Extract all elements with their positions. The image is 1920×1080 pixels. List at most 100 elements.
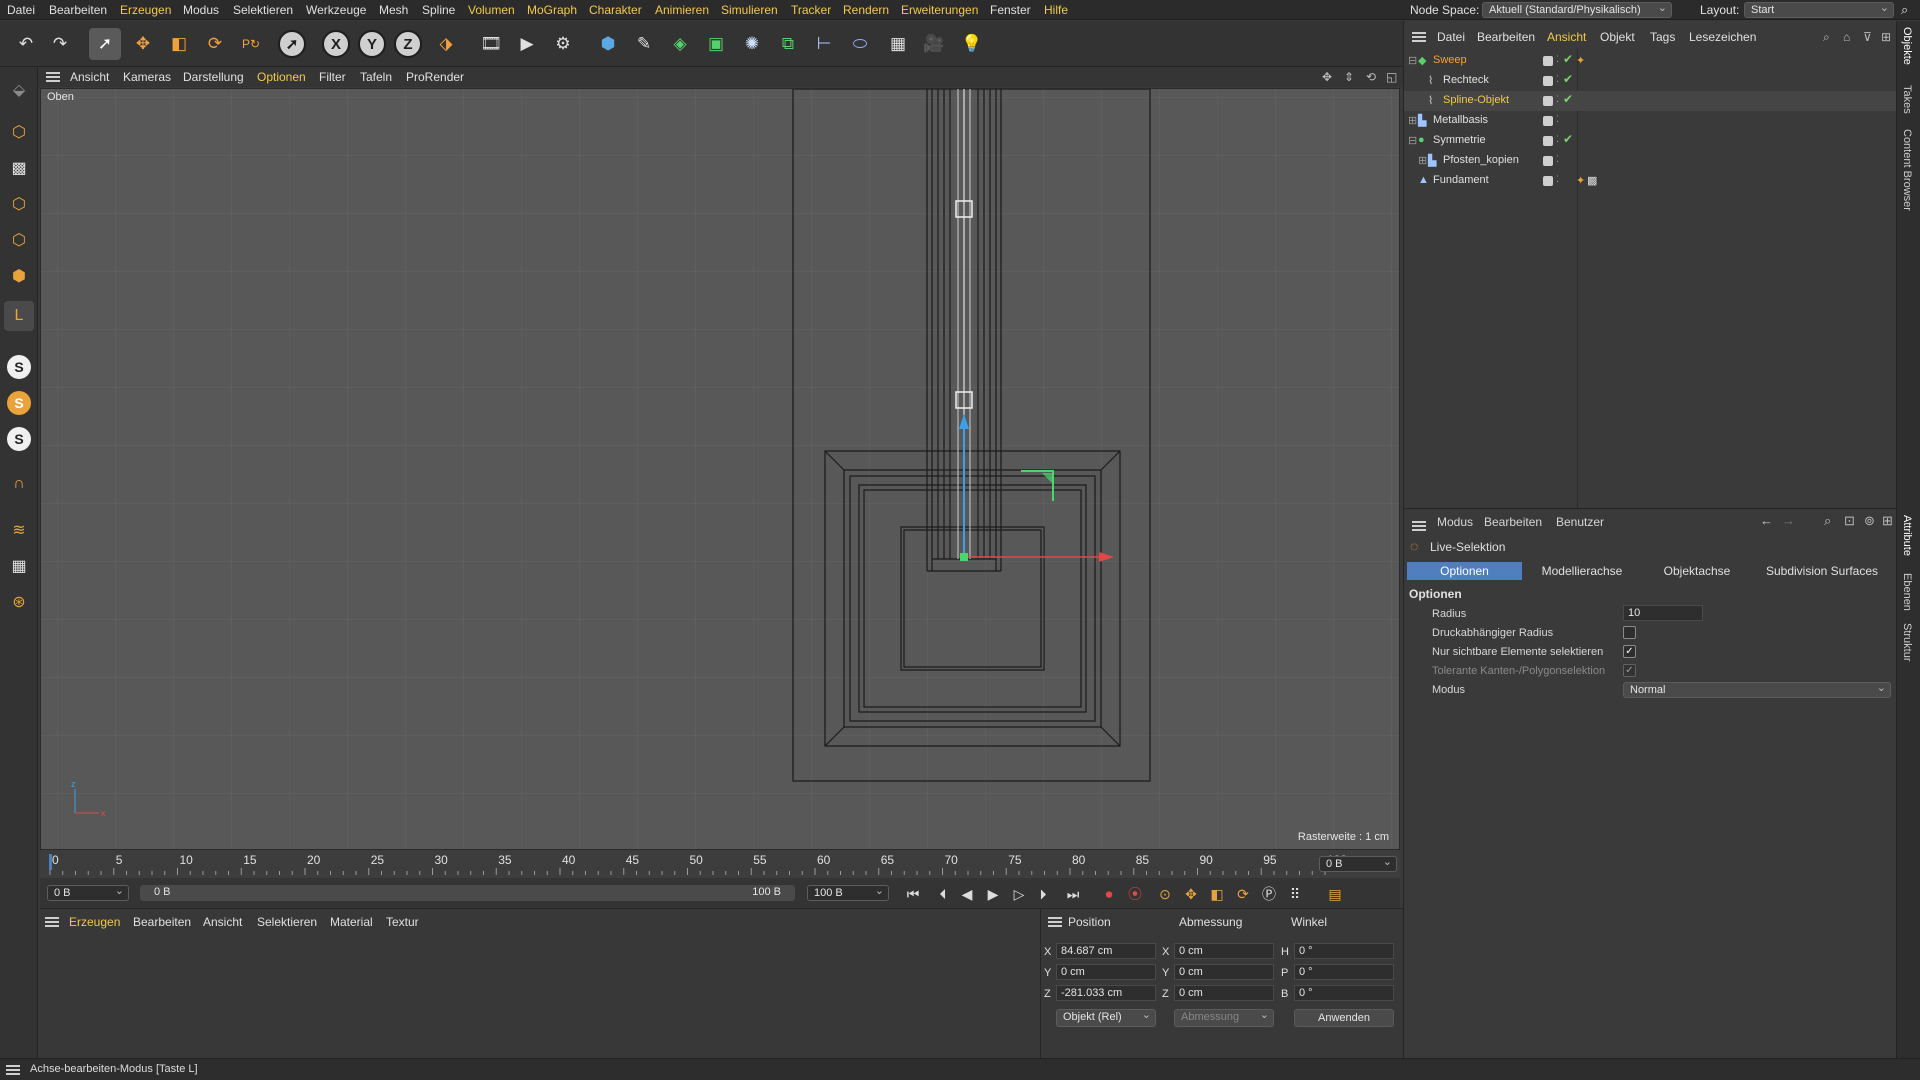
cloner-icon[interactable]: ⧉: [772, 28, 804, 60]
menu-mesh[interactable]: Mesh: [379, 3, 408, 17]
pos-x-field[interactable]: 84.687 cm: [1056, 943, 1156, 959]
model-mode-icon[interactable]: ⬡: [4, 117, 34, 147]
next-key-icon[interactable]: ⏵: [1032, 883, 1054, 905]
size-y-field[interactable]: 0 cm: [1174, 964, 1274, 980]
make-editable-icon[interactable]: ⬙: [4, 75, 34, 105]
mode-select[interactable]: Normal: [1623, 681, 1891, 698]
material-menu-selektieren[interactable]: Selektieren: [257, 915, 317, 929]
menu-hilfe[interactable]: Hilfe: [1044, 3, 1068, 17]
render-view-icon[interactable]: 🎞: [475, 28, 507, 60]
object-menu-ansicht[interactable]: Ansicht: [1547, 30, 1586, 44]
layer-color-icon[interactable]: [1543, 136, 1553, 146]
layer-color-icon[interactable]: [1543, 96, 1553, 106]
coordinate-menu-icon[interactable]: [1048, 917, 1062, 927]
live-selection-icon[interactable]: ➚: [89, 28, 121, 60]
object-menu-bearbeiten[interactable]: Bearbeiten: [1477, 30, 1535, 44]
apply-button[interactable]: Anwenden: [1294, 1009, 1394, 1027]
gizmo-origin[interactable]: [960, 553, 968, 561]
object-menu-lesezeichen[interactable]: Lesezeichen: [1689, 30, 1756, 44]
pointer-icon[interactable]: ➚: [278, 30, 306, 58]
object-row-pfosten-kopien[interactable]: ⊞ ▙ Pfosten_kopien ⁚: [1404, 151, 1897, 171]
menu-simulieren[interactable]: Simulieren: [721, 3, 778, 17]
cube-primitive-icon[interactable]: ⬢: [592, 28, 624, 60]
attribute-search-icon[interactable]: ⌕: [1824, 513, 1831, 529]
attribute-menu-modus[interactable]: Modus: [1437, 515, 1473, 529]
side-tab-ebenen[interactable]: Ebenen: [1901, 573, 1913, 611]
undo-icon[interactable]: ↶: [10, 28, 42, 60]
menu-tracker[interactable]: Tracker: [791, 3, 831, 17]
object-name[interactable]: Metallbasis: [1433, 114, 1488, 126]
visibility-dots-icon[interactable]: ⁚: [1556, 74, 1559, 85]
menu-modus[interactable]: Modus: [183, 3, 219, 17]
quantize-icon[interactable]: ⊛: [4, 587, 34, 617]
tag-icon[interactable]: ✦: [1576, 54, 1585, 67]
object-name[interactable]: Pfosten_kopien: [1443, 154, 1519, 166]
menu-fenster[interactable]: Fenster: [990, 3, 1031, 17]
search-icon[interactable]: ⌕: [1901, 2, 1908, 18]
tag-icon[interactable]: ✦: [1576, 174, 1585, 187]
viewport-menu-filter[interactable]: Filter: [319, 70, 346, 84]
attribute-settings-icon[interactable]: ⊚: [1864, 513, 1875, 529]
viewport-maximize-icon[interactable]: ◱: [1386, 70, 1397, 84]
tab-subdivision-surfaces[interactable]: Subdivision Surfaces: [1752, 562, 1892, 580]
lock-icon[interactable]: ⊡: [1844, 513, 1855, 529]
key-scale-icon[interactable]: ◧: [1206, 883, 1228, 905]
axis-mode-icon[interactable]: L: [4, 301, 34, 331]
go-to-start-icon[interactable]: ⏮: [902, 883, 924, 905]
pos-y-field[interactable]: 0 cm: [1056, 964, 1156, 980]
tab-objektachse[interactable]: Objektachse: [1642, 562, 1752, 580]
pen-spline-icon[interactable]: ✎: [628, 28, 660, 60]
material-menu-bearbeiten[interactable]: Bearbeiten: [133, 915, 191, 929]
coordinate-system-icon[interactable]: ⬗: [430, 28, 462, 60]
object-name[interactable]: Rechteck: [1443, 74, 1489, 86]
auto-keying-icon[interactable]: ⦿: [1124, 883, 1146, 905]
angle-p-field[interactable]: 0 °: [1294, 964, 1394, 980]
render-picture-viewer-icon[interactable]: ▶: [511, 28, 543, 60]
previous-frame-icon[interactable]: ◀: [956, 883, 978, 905]
solo-hierarchy-icon[interactable]: S: [7, 427, 31, 451]
keyframe-selection-icon[interactable]: ⊙: [1154, 883, 1176, 905]
enabled-check-icon[interactable]: ✔: [1563, 52, 1573, 66]
enabled-check-icon[interactable]: ✔: [1563, 132, 1573, 146]
object-menu-tags[interactable]: Tags: [1650, 30, 1675, 44]
start-frame-field[interactable]: 0 B: [47, 884, 129, 901]
coordinate-mode-select[interactable]: Objekt (Rel): [1056, 1008, 1156, 1027]
z-axis-lock-icon[interactable]: Z: [394, 30, 422, 58]
visibility-dots-icon[interactable]: ⁚: [1556, 114, 1559, 125]
node-space-select[interactable]: Aktuell (Standard/Physikalisch): [1482, 1, 1672, 18]
deformer-icon[interactable]: ⊢: [808, 28, 840, 60]
pos-z-field[interactable]: -281.033 cm: [1056, 985, 1156, 1001]
layer-color-icon[interactable]: [1543, 176, 1553, 186]
timeline-layout-icon[interactable]: ▤: [1324, 883, 1346, 905]
key-parameter-icon[interactable]: Ⓟ: [1258, 883, 1280, 905]
key-rotation-icon[interactable]: ⟳: [1232, 883, 1254, 905]
key-pla-icon[interactable]: ⠿: [1284, 883, 1306, 905]
material-menu-ansicht[interactable]: Ansicht: [203, 915, 242, 929]
layer-color-icon[interactable]: [1543, 116, 1553, 126]
layout-select[interactable]: Start: [1744, 1, 1894, 18]
scale-icon[interactable]: ◧: [163, 28, 195, 60]
attribute-menu-bearbeiten[interactable]: Bearbeiten: [1484, 515, 1542, 529]
back-arrow-icon[interactable]: ←: [1760, 513, 1773, 528]
render-settings-icon[interactable]: ⚙: [547, 28, 579, 60]
material-menu-icon[interactable]: [45, 917, 59, 927]
pressure-radius-checkbox[interactable]: [1623, 626, 1636, 639]
angle-h-field[interactable]: 0 °: [1294, 943, 1394, 959]
menu-mograph[interactable]: MoGraph: [527, 3, 577, 17]
workplane-icon[interactable]: ≋: [4, 515, 34, 545]
viewport-move-icon[interactable]: ✥: [1322, 70, 1332, 84]
viewport-menu-optionen[interactable]: Optionen: [257, 70, 306, 84]
floor-icon[interactable]: ▦: [882, 28, 914, 60]
collapse-icon[interactable]: ⊟: [1408, 54, 1417, 67]
texture-mode-icon[interactable]: ▩: [4, 153, 34, 183]
side-tab-objekte[interactable]: Objekte: [1901, 27, 1913, 65]
viewport-menu-tafeln[interactable]: Tafeln: [360, 70, 392, 84]
viewport-menu-kameras[interactable]: Kameras: [123, 70, 171, 84]
x-axis-lock-icon[interactable]: X: [322, 30, 350, 58]
rotate-icon[interactable]: ⟳: [199, 28, 231, 60]
menu-spline[interactable]: Spline: [422, 3, 455, 17]
texture-tag-icon[interactable]: ▩: [1587, 174, 1597, 187]
object-menu-objekt[interactable]: Objekt: [1600, 30, 1635, 44]
object-row-sweep[interactable]: ⊟ ◆ Sweep ⁚ ✔ ✦: [1404, 51, 1897, 71]
material-menu-erzeugen[interactable]: Erzeugen: [69, 915, 120, 929]
